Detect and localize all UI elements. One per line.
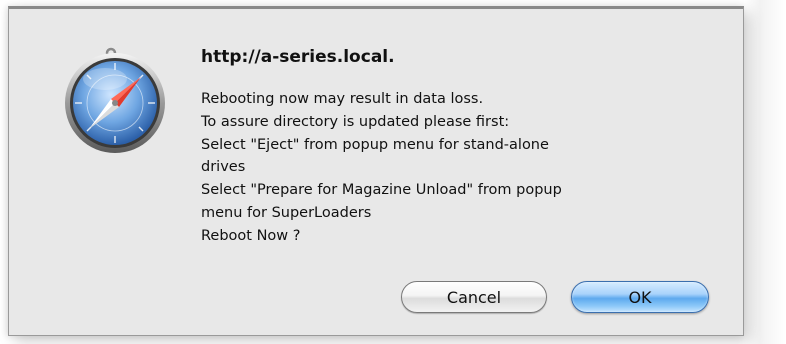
screen: http://a-series.local. Rebooting now may… [0, 0, 786, 344]
message-line: Select "Prepare for Magazine Unload" fro… [201, 182, 562, 199]
alert-dialog: http://a-series.local. Rebooting now may… [8, 6, 744, 336]
safari-compass-icon [65, 47, 165, 153]
message-line: Reboot Now ? [201, 227, 301, 244]
message-line: Select "Eject" from popup menu for stand… [201, 136, 549, 153]
ok-button-label: OK [628, 287, 652, 307]
ok-button[interactable]: OK [571, 281, 709, 313]
message-line: drives [201, 159, 246, 176]
dialog-message: Rebooting now may result in data loss. T… [201, 88, 701, 248]
message-line: menu for SuperLoaders [201, 204, 372, 221]
dialog-title: http://a-series.local. [201, 47, 395, 67]
cancel-button[interactable]: Cancel [401, 281, 547, 313]
message-line: To assure directory is updated please fi… [201, 113, 510, 130]
message-line: Rebooting now may result in data loss. [201, 91, 484, 107]
cancel-button-label: Cancel [446, 287, 502, 307]
